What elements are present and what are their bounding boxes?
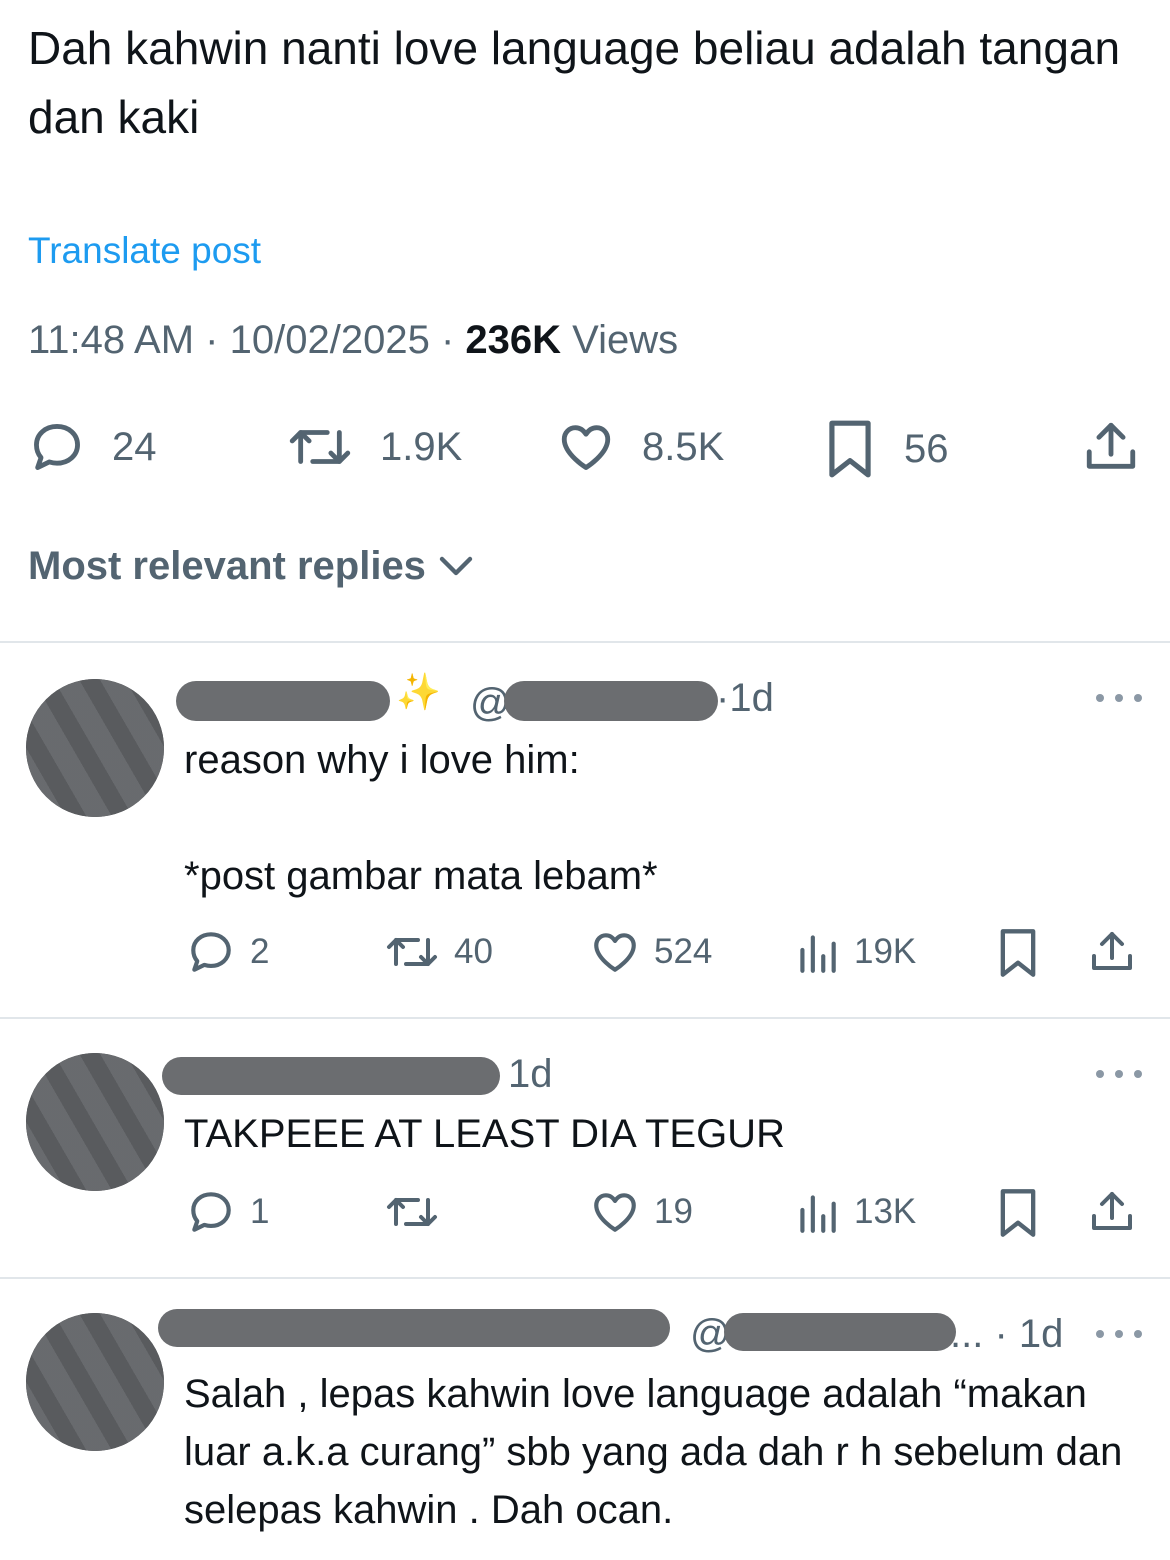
post-action-bar: 24 1.9K 8.5K 56 xyxy=(0,418,1170,478)
repost-count: 1.9K xyxy=(380,424,463,469)
like-count: 524 xyxy=(654,932,713,971)
repost-button[interactable]: 40 xyxy=(384,927,493,977)
views-icon xyxy=(800,1195,836,1233)
bookmark-button[interactable] xyxy=(996,1187,1040,1239)
more-icon[interactable] xyxy=(1096,694,1142,702)
reply-text: TAKPEEE AT LEAST DIA TEGUR xyxy=(184,1112,785,1156)
reply-time[interactable]: ·1d xyxy=(716,676,774,721)
reply-count: 1 xyxy=(250,1192,270,1231)
share-button[interactable] xyxy=(1082,418,1140,476)
share-button[interactable] xyxy=(1088,927,1136,977)
reply-action-bar: 1 19 13K xyxy=(0,1187,1170,1237)
reply-button[interactable]: 2 xyxy=(186,927,269,977)
reply-button[interactable]: 24 xyxy=(28,418,157,476)
reply-action-bar: 2 40 524 19K xyxy=(0,927,1170,977)
reply-icon xyxy=(191,932,231,972)
views-button[interactable]: 19K xyxy=(794,927,916,977)
reply-icon xyxy=(191,1192,231,1232)
reply-text: Salah , lepas kahwin love language adala… xyxy=(184,1372,1123,1532)
post-views-count: 236K xyxy=(465,318,562,362)
repost-icon xyxy=(387,938,437,966)
bookmark-icon xyxy=(829,420,871,478)
views-count: 19K xyxy=(854,932,917,971)
sort-label: Most relevant replies xyxy=(28,544,426,588)
bookmark-icon xyxy=(1000,1189,1036,1237)
post-views-label: Views xyxy=(572,318,679,362)
redacted-display-name xyxy=(158,1309,670,1347)
reply-time[interactable]: ... · 1d xyxy=(950,1312,1063,1357)
redacted-display-name xyxy=(162,1057,500,1095)
chevron-down-icon xyxy=(439,556,473,575)
like-button[interactable]: 19 xyxy=(590,1187,693,1237)
reply-icon xyxy=(34,424,80,470)
post-meta: 11:48 AM · 10/02/2025 · 236K Views xyxy=(28,318,679,362)
redacted-display-name xyxy=(176,681,390,721)
redacted-handle xyxy=(724,1313,956,1351)
more-icon[interactable] xyxy=(1096,1330,1142,1338)
sparkles-icon: ✨ xyxy=(396,671,441,712)
bookmark-count: 56 xyxy=(904,426,949,471)
bookmark-button[interactable]: 56 xyxy=(822,418,949,480)
views-icon xyxy=(800,935,836,973)
like-icon xyxy=(594,933,636,972)
like-count: 8.5K xyxy=(642,424,725,469)
avatar[interactable] xyxy=(26,679,164,817)
repost-button[interactable]: 1.9K xyxy=(286,418,462,476)
redacted-handle xyxy=(504,681,718,721)
reply-item[interactable]: ✨ @ ·1d reason why i love him: *post gam… xyxy=(0,643,1170,1017)
post-date: 10/02/2025 xyxy=(229,318,430,362)
repost-icon xyxy=(289,430,351,464)
repost-button[interactable] xyxy=(384,1187,440,1237)
reply-time[interactable]: 1d xyxy=(508,1052,553,1097)
share-button[interactable] xyxy=(1088,1187,1136,1237)
reply-count: 24 xyxy=(112,424,157,469)
like-count: 19 xyxy=(654,1192,693,1231)
like-button[interactable]: 524 xyxy=(590,927,712,977)
reply-item[interactable]: @ ... · 1d Salah , lepas kahwin love lan… xyxy=(0,1279,1170,1560)
replies-sort-dropdown[interactable]: Most relevant replies xyxy=(28,544,476,589)
like-icon xyxy=(594,1193,636,1232)
like-icon xyxy=(561,425,611,470)
avatar[interactable] xyxy=(26,1313,164,1451)
bookmark-icon xyxy=(1000,929,1036,977)
views-count: 13K xyxy=(854,1192,917,1231)
post-time: 11:48 AM xyxy=(28,318,195,362)
reply-item[interactable]: 1d TAKPEEE AT LEAST DIA TEGUR 1 19 13K xyxy=(0,1019,1170,1277)
views-button[interactable]: 13K xyxy=(794,1187,916,1237)
avatar[interactable] xyxy=(26,1053,164,1191)
bookmark-button[interactable] xyxy=(996,927,1040,979)
translate-post-link[interactable]: Translate post xyxy=(28,230,261,272)
reply-count: 2 xyxy=(250,932,270,971)
share-icon xyxy=(1092,1192,1132,1230)
repost-count: 40 xyxy=(454,932,493,971)
more-icon[interactable] xyxy=(1096,1070,1142,1078)
share-icon xyxy=(1086,422,1136,469)
reply-text: reason why i love him: *post gambar mata… xyxy=(184,738,658,898)
like-button[interactable]: 8.5K xyxy=(556,418,724,476)
share-icon xyxy=(1092,932,1132,970)
repost-icon xyxy=(387,1198,437,1226)
reply-button[interactable]: 1 xyxy=(186,1187,269,1237)
post-text: Dah kahwin nanti love language beliau ad… xyxy=(28,22,1121,143)
